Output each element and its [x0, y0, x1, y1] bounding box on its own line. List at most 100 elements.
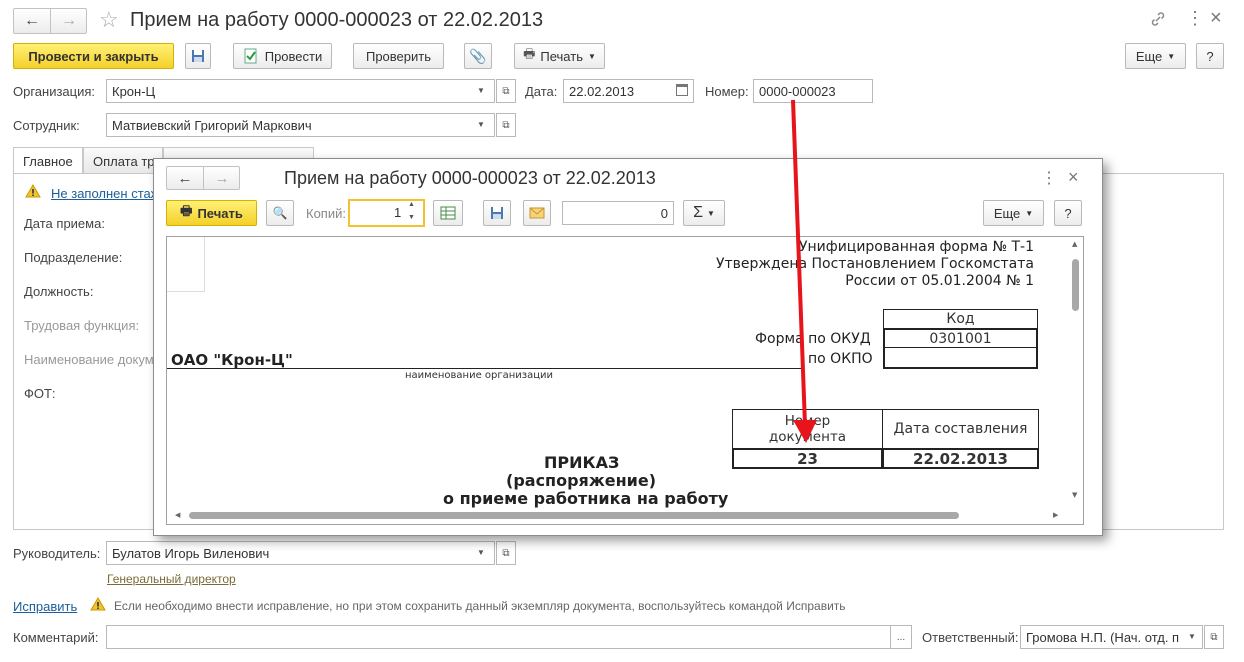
form-header-line3: России от 05.01.2004 № 1: [845, 273, 1034, 289]
stepper-down-icon[interactable]: ▼: [408, 214, 415, 221]
edit-sheet-button[interactable]: [433, 200, 463, 226]
organization-open-button[interactable]: ⧉: [496, 79, 516, 103]
order-description: о приеме работника на работу: [443, 489, 729, 508]
responsible-open-button[interactable]: ⧉: [1204, 625, 1224, 649]
dialog-help-button[interactable]: ?: [1054, 200, 1082, 226]
form-header-line1: Унифицированная форма № Т-1: [798, 239, 1034, 255]
magnifier-page-icon: 🔍: [272, 206, 288, 220]
dialog-close-icon[interactable]: ×: [1068, 167, 1079, 188]
help-label: ?: [1206, 48, 1214, 64]
scroll-right-icon[interactable]: ▶: [1053, 511, 1058, 519]
manager-position-link[interactable]: Генеральный директор: [107, 572, 236, 586]
forward-arrow-icon[interactable]: →: [51, 9, 87, 33]
tab-main[interactable]: Главное: [13, 147, 83, 174]
dialog-more-button[interactable]: Еще ▼: [983, 200, 1044, 226]
window-more-icon[interactable]: ⋮: [1186, 8, 1204, 29]
doc-number-value: 23: [797, 449, 818, 468]
print-menu-button[interactable]: 🖶 Печать ▼: [514, 43, 605, 69]
employee-value: Матвиевский Григорий Маркович: [112, 118, 312, 133]
number-label: Номер:: [705, 84, 749, 99]
post-and-close-button[interactable]: Провести и закрыть: [13, 43, 174, 69]
fix-hint-text: Если необходимо внести исправление, но п…: [114, 599, 846, 613]
employee-field[interactable]: Матвиевский Григорий Маркович: [106, 113, 495, 137]
responsible-value: Громова Н.П. (Нач. отд. п: [1026, 630, 1180, 645]
scroll-left-icon[interactable]: ◀: [175, 511, 180, 519]
comment-label: Комментарий:: [13, 630, 99, 645]
dialog-more-label: Еще: [993, 205, 1021, 221]
manager-label: Руководитель:: [13, 546, 101, 561]
doc-number-header-cell: Номер документа: [732, 409, 883, 449]
tab-payment[interactable]: Оплата тр: [83, 147, 163, 173]
dialog-forward-arrow-icon[interactable]: →: [204, 167, 240, 189]
organization-field[interactable]: Крон-Ц: [106, 79, 495, 103]
dialog-print-label: Печать: [197, 205, 243, 221]
manager-open-button[interactable]: ⧉: [496, 541, 516, 565]
responsible-dropdown-icon[interactable]: ▼: [1188, 632, 1196, 641]
comment-select-label: ...: [896, 631, 906, 643]
post-label: Провести: [264, 48, 323, 64]
number-field[interactable]: 0000-000023: [753, 79, 873, 103]
doc-date-header: Дата составления: [893, 421, 1028, 437]
send-email-button[interactable]: [523, 200, 551, 226]
stepper-up-icon[interactable]: ▲: [408, 201, 415, 208]
dialog-back-arrow-icon[interactable]: ←: [167, 167, 204, 189]
floppy-disk-icon: [491, 207, 503, 219]
sum-menu-button[interactable]: Σ ▼: [683, 200, 725, 226]
dialog-help-label: ?: [1064, 205, 1072, 221]
copies-stepper[interactable]: 1 ▲ ▼: [348, 199, 425, 227]
chevron-down-icon: ▼: [1025, 208, 1034, 218]
sheet-corner-cell: [167, 237, 205, 292]
save-button[interactable]: [185, 43, 211, 69]
doc-date-header-cell: Дата составления: [882, 409, 1039, 449]
copies-label: Копий:: [306, 206, 346, 221]
help-button[interactable]: ?: [1196, 43, 1224, 69]
dialog-more-icon[interactable]: ⋮: [1041, 168, 1057, 188]
dialog-title: Прием на работу 0000-000023 от 22.02.201…: [284, 168, 656, 188]
tab-main-label: Главное: [23, 154, 73, 169]
manager-field[interactable]: Булатов Игорь Виленович: [106, 541, 495, 565]
organization-value: Крон-Ц: [112, 84, 156, 99]
comment-field[interactable]: [106, 625, 891, 649]
horizontal-scroll-thumb[interactable]: [189, 512, 959, 519]
scroll-down-icon[interactable]: ▼: [1072, 491, 1077, 499]
doc-number-cell: 23: [732, 448, 883, 469]
position-label: Должность:: [24, 284, 94, 299]
more-menu-button[interactable]: Еще ▼: [1125, 43, 1186, 69]
org-name: ОАО "Крон-Ц": [171, 351, 293, 369]
fix-link[interactable]: Исправить: [13, 599, 77, 614]
date-field[interactable]: 22.02.2013: [563, 79, 694, 103]
vertical-scrollbar[interactable]: ▲ ▼: [1070, 237, 1082, 509]
check-label: Проверить: [365, 48, 431, 64]
responsible-field[interactable]: Громова Н.П. (Нач. отд. п: [1020, 625, 1203, 649]
post-button[interactable]: Провести: [233, 43, 332, 69]
printed-form-sheet[interactable]: Унифицированная форма № Т-1 Утверждена П…: [166, 236, 1084, 525]
preview-button[interactable]: 🔍: [266, 200, 294, 226]
calendar-icon[interactable]: [676, 84, 688, 96]
org-underline: [167, 368, 803, 369]
employee-open-button[interactable]: ⧉: [496, 113, 516, 137]
scroll-up-icon[interactable]: ▲: [1072, 240, 1077, 248]
post-and-close-label: Провести и закрыть: [28, 48, 159, 64]
link-icon[interactable]: [1150, 11, 1166, 27]
vertical-scroll-thumb[interactable]: [1072, 259, 1079, 311]
favorite-star-icon[interactable]: ☆: [99, 8, 119, 32]
check-button[interactable]: Проверить: [353, 43, 444, 69]
experience-warning-link[interactable]: Не заполнен стаж: [51, 186, 159, 201]
chevron-down-icon: ▼: [1167, 51, 1176, 61]
hire-date-label: Дата приема:: [24, 216, 105, 231]
dialog-save-button[interactable]: [483, 200, 511, 226]
org-caption: наименование организации: [405, 370, 554, 381]
okud-value: 0301001: [929, 330, 992, 347]
envelope-icon: [529, 207, 545, 219]
attach-button[interactable]: 📎: [464, 43, 492, 69]
printer-icon: 🖶: [523, 46, 536, 61]
manager-dropdown-icon[interactable]: ▼: [477, 548, 485, 557]
comment-select-button[interactable]: ...: [890, 625, 912, 649]
dialog-print-button[interactable]: 🖶 Печать: [166, 200, 257, 226]
department-label: Подразделение:: [24, 250, 123, 265]
window-close-icon[interactable]: ×: [1210, 7, 1222, 30]
employee-dropdown-icon[interactable]: ▼: [477, 120, 485, 129]
horizontal-scrollbar[interactable]: ◀ ▶: [167, 510, 1070, 522]
back-arrow-icon[interactable]: ←: [14, 9, 51, 33]
organization-dropdown-icon[interactable]: ▼: [477, 86, 485, 95]
